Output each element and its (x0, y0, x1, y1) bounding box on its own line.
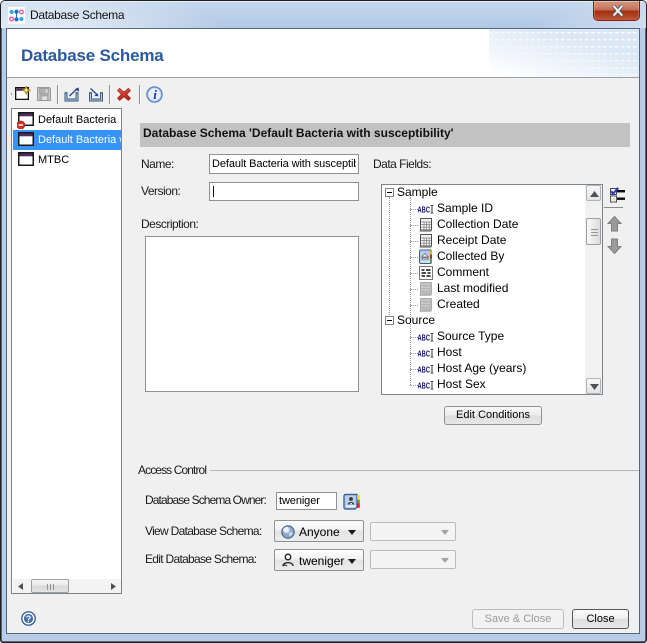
svg-text:?: ? (26, 614, 32, 624)
svg-text:ABC: ABC (418, 333, 430, 343)
svg-text:ABC: ABC (418, 349, 430, 359)
svg-text:ABC: ABC (418, 381, 430, 391)
svg-text:ABC: ABC (418, 205, 430, 215)
svg-text:ABC: ABC (418, 365, 430, 375)
svg-text:i: i (153, 87, 157, 102)
